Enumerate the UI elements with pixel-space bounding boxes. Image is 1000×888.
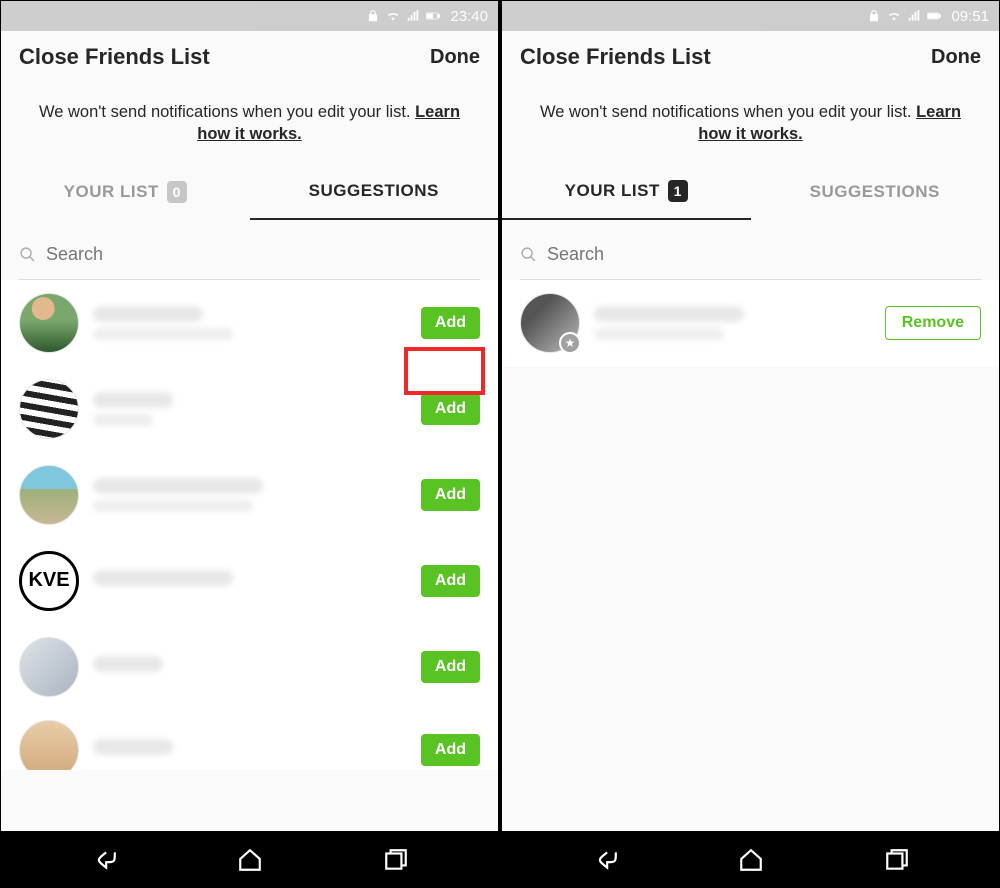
battery-icon [927,9,941,23]
avatar[interactable] [19,465,79,525]
avatar[interactable] [19,379,79,439]
android-navbar [502,831,999,888]
search-icon [520,246,537,263]
info-note: We won't send notifications when you edi… [1,83,498,164]
search-input[interactable] [547,244,981,265]
add-button[interactable]: Add [421,393,480,425]
header: Close Friends List Done [1,31,498,83]
phone-left: 23:40 Close Friends List Done We won't s… [1,1,500,831]
tab-your-list[interactable]: YOUR LIST 1 [502,164,751,220]
search-icon [19,246,36,263]
status-time: 09:51 [951,8,989,25]
signal-icon [907,9,921,23]
avatar[interactable] [19,637,79,697]
battery-icon [426,9,440,23]
close-friend-star-icon: ★ [559,332,581,354]
home-icon[interactable] [738,847,764,873]
avatar[interactable] [19,293,79,353]
tabs: YOUR LIST 0 SUGGESTIONS [1,164,498,220]
phone-right: 09:51 Close Friends List Done We won't s… [500,1,999,831]
wifi-icon [887,9,901,23]
search-bar[interactable] [520,230,981,280]
list-item: Add [19,366,480,452]
add-button[interactable]: Add [421,479,480,511]
list-item: ★ Remove [520,280,981,366]
page-title: Close Friends List [19,44,210,70]
list-item: Add [19,280,480,366]
tab-suggestions[interactable]: SUGGESTIONS [751,164,1000,220]
lock-icon [366,9,380,23]
your-list-count: 1 [668,180,688,202]
list-item: Add [19,452,480,538]
status-bar: 09:51 [502,1,999,31]
android-navbar [1,831,498,888]
status-time: 23:40 [450,8,488,25]
avatar[interactable]: ★ [520,293,580,353]
add-button[interactable]: Add [421,651,480,683]
recent-apps-icon[interactable] [383,847,409,873]
tab-suggestions[interactable]: SUGGESTIONS [250,164,499,220]
add-button[interactable]: Add [421,565,480,597]
back-icon[interactable] [592,847,618,873]
list-item: Add [19,710,480,770]
your-list-count: 0 [167,181,187,203]
signal-icon [406,9,420,23]
search-bar[interactable] [19,230,480,280]
list-item: KVE Add [19,538,480,624]
info-note: We won't send notifications when you edi… [502,83,999,164]
recent-apps-icon[interactable] [884,847,910,873]
done-button[interactable]: Done [931,46,981,69]
lock-icon [867,9,881,23]
wifi-icon [386,9,400,23]
avatar[interactable] [19,720,79,770]
remove-button[interactable]: Remove [885,306,981,340]
done-button[interactable]: Done [430,46,480,69]
header: Close Friends List Done [502,31,999,83]
status-bar: 23:40 [1,1,498,31]
suggestions-list: Add Add Add KVE Add Add [1,280,498,770]
home-icon[interactable] [237,847,263,873]
search-input[interactable] [46,244,480,265]
back-icon[interactable] [91,847,117,873]
add-button[interactable]: Add [421,307,480,339]
page-title: Close Friends List [520,44,711,70]
tab-your-list[interactable]: YOUR LIST 0 [1,164,250,220]
your-list: ★ Remove [502,280,999,366]
list-item: Add [19,624,480,710]
avatar[interactable]: KVE [19,551,79,611]
tabs: YOUR LIST 1 SUGGESTIONS [502,164,999,220]
add-button[interactable]: Add [421,734,480,766]
